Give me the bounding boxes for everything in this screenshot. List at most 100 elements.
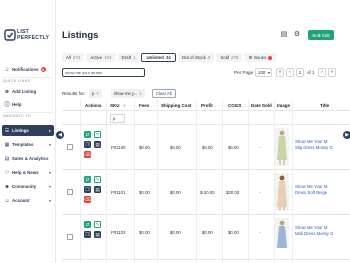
chevron-down-icon: ▾ [48, 170, 51, 175]
tab-unlisted[interactable]: Unlisted 34 [141, 53, 176, 62]
tab-count: 1 [133, 55, 136, 60]
page-number-input[interactable]: 1 [296, 68, 304, 77]
tab-sold[interactable]: Sold 275 [216, 53, 243, 62]
scroll-left-icon[interactable]: ◀ [56, 131, 64, 139]
table-row[interactable]: ⇄ ✎ ❐ ▤ ⌫ P01100 $0.00 $0.00 $0.00 $0.00… [62, 125, 350, 170]
community-icon: ☻ [4, 183, 10, 190]
next-page-button[interactable]: › [318, 68, 326, 77]
page-total-label: of 1 [307, 70, 315, 75]
row-checkbox[interactable] [67, 234, 73, 240]
tab-count: 275 [231, 55, 239, 60]
tab-count: 34 [165, 55, 171, 60]
tab-issues[interactable]: ⚙ Issues [244, 53, 277, 62]
chevron-down-icon: ▾ [48, 198, 51, 203]
copy-icon[interactable]: ❐ [84, 186, 91, 193]
row-checkbox[interactable] [67, 189, 73, 195]
sidebar-item-templates[interactable]: ▦ Templates ▾ [2, 139, 54, 150]
profit-cell: $0.00 [202, 145, 213, 150]
close-icon[interactable]: × [96, 91, 98, 96]
shipping-cell: $0.00 [170, 230, 181, 235]
clear-all-button[interactable]: Clear All [152, 89, 176, 98]
shipping-cell: $0.00 [170, 190, 181, 195]
shuffle-icon[interactable]: ⇄ [84, 176, 91, 183]
title-link[interactable]: Dress Soft Beige [295, 190, 327, 196]
copy-icon[interactable]: ❐ [84, 141, 91, 148]
tab-draft[interactable]: Draft 1 [117, 53, 140, 62]
filter-chip[interactable]: p × [89, 89, 102, 98]
title-link[interactable]: Show Me Your M [295, 184, 327, 190]
chevron-right-icon: ▸ [48, 128, 51, 133]
column-header-profit[interactable]: Profit [201, 103, 213, 108]
edit-icon[interactable]: ✎ [94, 221, 101, 228]
sidebar: LIST PERFECTLY ♫ Notifications 5 QUICK L… [0, 0, 56, 263]
sidebar-item-help[interactable]: ⓘ Help [2, 99, 54, 110]
column-header-title[interactable]: Title [320, 103, 329, 108]
date-sold-cell: - [259, 230, 261, 235]
chevron-down-icon: ▾ [48, 142, 51, 147]
column-header-date-sold[interactable]: Date Sold [251, 103, 272, 108]
sort-icon[interactable]: ↕ [123, 103, 125, 108]
document-icon[interactable]: ▤ [280, 31, 288, 39]
column-header-fees[interactable]: Fees [139, 103, 149, 108]
copy-icon[interactable]: ❐ [84, 231, 91, 238]
trash-icon[interactable]: ⌫ [84, 196, 91, 203]
scroll-right-icon[interactable]: ▶ [343, 131, 350, 139]
bulk-edit-button[interactable]: Bulk Edit [308, 30, 334, 40]
sku-filter-input[interactable]: p [110, 114, 125, 123]
analytics-icon: ▤ [4, 155, 10, 162]
last-page-button[interactable]: » [328, 68, 336, 77]
first-page-button[interactable]: « [276, 68, 284, 77]
shuffle-icon[interactable]: ⇄ [84, 221, 91, 228]
sidebar-item-label: Sales & Analytics [12, 156, 49, 161]
title-link[interactable]: Slip Dress Mossy G [295, 145, 333, 151]
user-icon: ☺ [4, 197, 10, 204]
shuffle-icon[interactable]: ⇄ [84, 131, 91, 138]
fees-cell: $0.00 [139, 145, 150, 150]
tab-count: 3 [207, 55, 211, 60]
sidebar-item-label: Listings [12, 128, 29, 133]
sidebar-item-add-listing[interactable]: ⊕ Add Listing [2, 86, 54, 97]
per-page-select[interactable]: 100 ▾ [255, 68, 272, 77]
title-link[interactable]: Show Me Your M [295, 139, 327, 145]
document-icon[interactable]: ▤ [94, 186, 101, 193]
sidebar-item-label: Templates [12, 142, 34, 147]
column-header-sku[interactable]: SKU [110, 103, 120, 108]
logo[interactable]: LIST PERFECTLY [4, 28, 54, 42]
tab-active[interactable]: Active 441 [86, 53, 116, 62]
row-checkbox[interactable] [67, 144, 73, 150]
prev-page-button[interactable]: ‹ [286, 68, 294, 77]
table-row[interactable]: ⇄ ✎ ❐ ▤ P01102 $0.00 $0.00 $0.00 $0.00 -… [62, 215, 350, 260]
sidebar-item-sales-analytics[interactable]: ▤ Sales & Analytics [2, 153, 54, 164]
profit-cell: $-20.00 [200, 190, 215, 195]
sidebar-item-listings[interactable]: ☰ Listings ▸ [2, 125, 54, 136]
product-image[interactable] [275, 173, 289, 211]
tab-out-of-stock[interactable]: Out of Stock 3 [177, 53, 215, 62]
column-header-shipping-cost[interactable]: Shipping Cost [161, 103, 192, 108]
sku-cell: P01100 [111, 145, 126, 150]
edit-icon[interactable]: ✎ [94, 176, 101, 183]
listings-table: Actions SKU ↕ Fees Shipping Cost Profit … [62, 100, 350, 263]
filter-chip[interactable]: show me y... × [111, 89, 145, 98]
sidebar-item-community[interactable]: ☻ Community ▾ [2, 181, 54, 192]
sidebar-item-label: Help & News [12, 170, 39, 175]
edit-icon[interactable]: ✎ [94, 131, 101, 138]
product-image[interactable] [275, 128, 289, 166]
sidebar-item-help-news[interactable]: ⚐ Help & News ▾ [2, 167, 54, 178]
table-row[interactable]: ⇄ ✎ ❐ ▤ ⌫ P01101 $0.00 $0.00 $-20.00 $20… [62, 170, 350, 215]
column-header-cogs[interactable]: COGS [228, 103, 241, 108]
fees-cell: $0.00 [139, 190, 150, 195]
alert-dot-icon [268, 55, 273, 60]
title-link[interactable]: Show Me Your M [295, 225, 327, 231]
table-header: Actions SKU ↕ Fees Shipping Cost Profit … [62, 100, 350, 111]
sidebar-item-account[interactable]: ☺ Account ▾ [2, 195, 54, 206]
sidebar-item-notifications[interactable]: ♫ Notifications 5 [2, 64, 54, 75]
trash-icon[interactable]: ⌫ [84, 151, 91, 158]
document-icon[interactable]: ▤ [94, 141, 101, 148]
document-icon[interactable]: ▤ [94, 231, 101, 238]
close-icon[interactable]: × [139, 91, 141, 96]
gear-icon[interactable]: ⚙ [293, 31, 301, 39]
product-image[interactable] [275, 218, 289, 248]
search-input[interactable]: show me your mumu [62, 68, 145, 77]
tab-all[interactable]: All 274 [62, 53, 85, 62]
title-link[interactable]: Midi Dress Mossy G [295, 231, 333, 237]
